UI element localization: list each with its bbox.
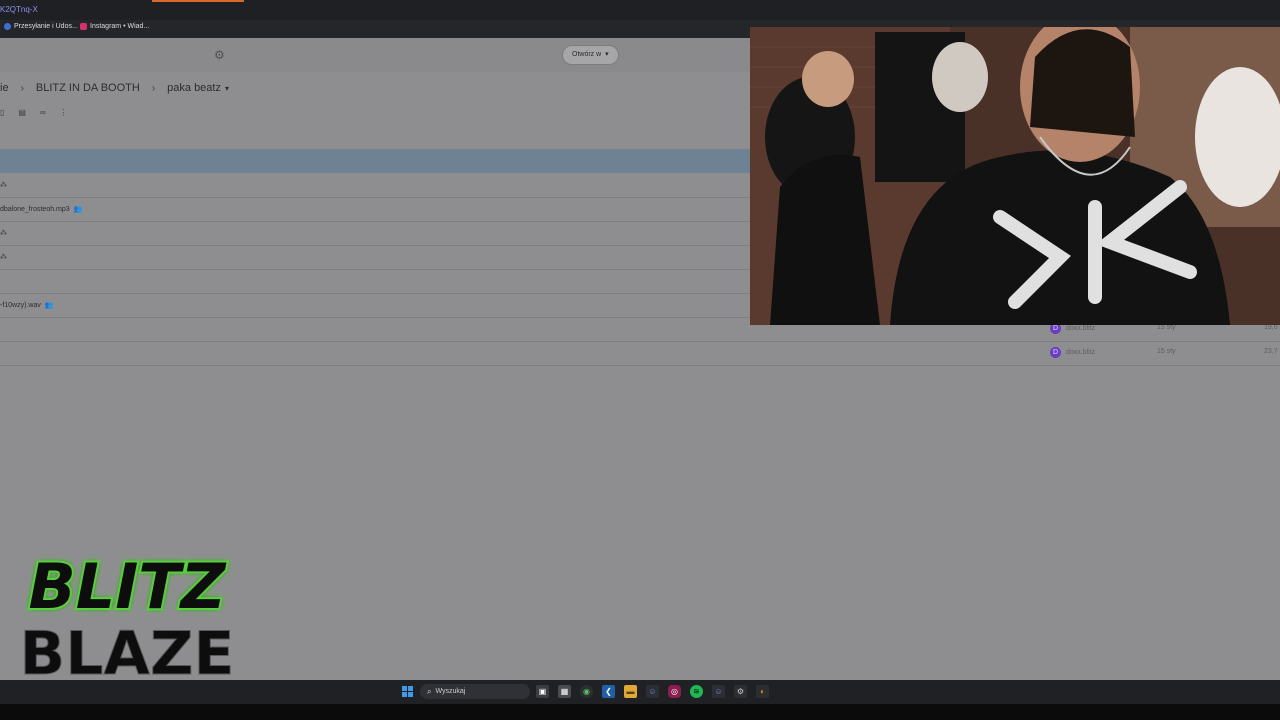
instagram-icon[interactable]: ◎ [668, 685, 681, 698]
owner-name: doxx.blitz [1066, 349, 1096, 356]
logo-blaze-text: BLAZE [20, 619, 235, 680]
bookmark-instagram[interactable]: Instagram • Wiad... [80, 23, 149, 30]
browser-tab-bar: K2QTnq-X [0, 0, 1280, 20]
file-name: ⁂ [0, 181, 7, 189]
windows-taskbar [0, 680, 1280, 704]
shared-people-icon: ⁂ [0, 182, 7, 189]
chrome-icon[interactable]: ◉ [580, 685, 593, 698]
chevron-right-icon: › [20, 82, 24, 94]
file-size: 19,6 [1264, 324, 1278, 331]
chevron-right-icon: › [151, 82, 156, 94]
owner-name: doxx.blitz [1066, 325, 1096, 332]
webcam-image [750, 27, 1280, 325]
download-icon[interactable]: ▤ [18, 108, 26, 117]
windows-start-icon[interactable] [402, 686, 413, 697]
modified-date: 15 sty [1157, 348, 1176, 355]
caret-down-icon[interactable]: ▾ [225, 84, 229, 93]
steam-icon[interactable]: ⚙ [734, 685, 747, 698]
breadcrumb: ie › BLITZ IN DA BOOTH › paka beatz ▾ [0, 80, 229, 96]
table-row[interactable]: D doxx.blitz 15 sty 23,7 [0, 341, 1280, 366]
modified-date: 15 sty [1157, 324, 1176, 331]
file-size: 23,7 [1264, 348, 1278, 355]
file-name: dbalone_frosteoh.mp3 👥 [0, 205, 83, 214]
bookmark-label: Przesyłanie i Udos... [14, 23, 78, 30]
task-view-icon[interactable]: ▣ [536, 685, 549, 698]
file-name: ⁂ [0, 253, 7, 261]
search-placeholder: Wyszukaj [435, 688, 466, 695]
breadcrumb-item-blitz[interactable]: BLITZ IN DA BOOTH [36, 82, 140, 94]
vscode-icon[interactable]: ❮ [602, 685, 615, 698]
open-with-label: Otwórz w [572, 51, 602, 58]
discord-ptb-icon[interactable]: ☺ [712, 685, 725, 698]
breadcrumb-item-current[interactable]: paka beatz [167, 82, 221, 94]
link-icon[interactable]: ∞ [40, 108, 46, 117]
owner-cell: D doxx.blitz [1050, 347, 1095, 358]
more-options-icon[interactable]: ⋮ [60, 108, 68, 117]
logo-graphic: BLITZ BLAZE [19, 548, 235, 690]
file-explorer-icon[interactable]: ▬ [624, 685, 637, 698]
checkbox-icon[interactable]: ▯ [0, 108, 4, 117]
owner-avatar: D [1050, 347, 1061, 358]
search-icon: ⌕ [427, 686, 432, 696]
widgets-icon[interactable]: ▦ [558, 685, 571, 698]
address-bar-text[interactable]: K2QTnq-X [0, 5, 38, 14]
logo-blitz-text: BLITZ [28, 550, 226, 623]
spotify-icon[interactable]: ≋ [690, 685, 703, 698]
file-name: -f10wzy).wav 👥 [0, 301, 54, 310]
facebook-icon [4, 23, 11, 30]
shared-people-icon: 👥 [73, 206, 83, 213]
webcam-overlay [750, 27, 1280, 325]
open-with-button[interactable]: Otwórz w ▾ [562, 45, 619, 65]
discord-icon[interactable]: ☺ [646, 685, 659, 698]
file-name-text: -f10wzy).wav [0, 301, 41, 309]
shared-people-icon: ⁂ [0, 254, 7, 261]
bookmark-label: Instagram • Wiad... [90, 23, 150, 30]
selection-actions: ▯ ▤ ∞ ⋮ [0, 108, 68, 117]
active-tab-indicator [152, 0, 244, 2]
filter-settings-icon[interactable]: ⚙ [214, 48, 225, 62]
firefox-icon[interactable]: ◐ [756, 685, 769, 698]
blitz-blaze-logo: BLITZ BLAZE [14, 538, 240, 690]
chevron-down-icon: ▾ [603, 51, 609, 58]
breadcrumb-item-root[interactable]: ie [0, 82, 9, 94]
shared-people-icon: 👥 [44, 302, 54, 309]
instagram-icon [80, 23, 87, 30]
bookmark-facebook[interactable]: Przesyłanie i Udos... [4, 23, 78, 30]
shared-people-icon: ⁂ [0, 230, 7, 237]
screen-bottom-strip [0, 704, 1280, 720]
file-name-text: dbalone_frosteoh.mp3 [0, 205, 70, 213]
taskbar-search[interactable]: ⌕ Wyszukaj [420, 684, 530, 699]
file-name: ⁂ [0, 229, 7, 237]
